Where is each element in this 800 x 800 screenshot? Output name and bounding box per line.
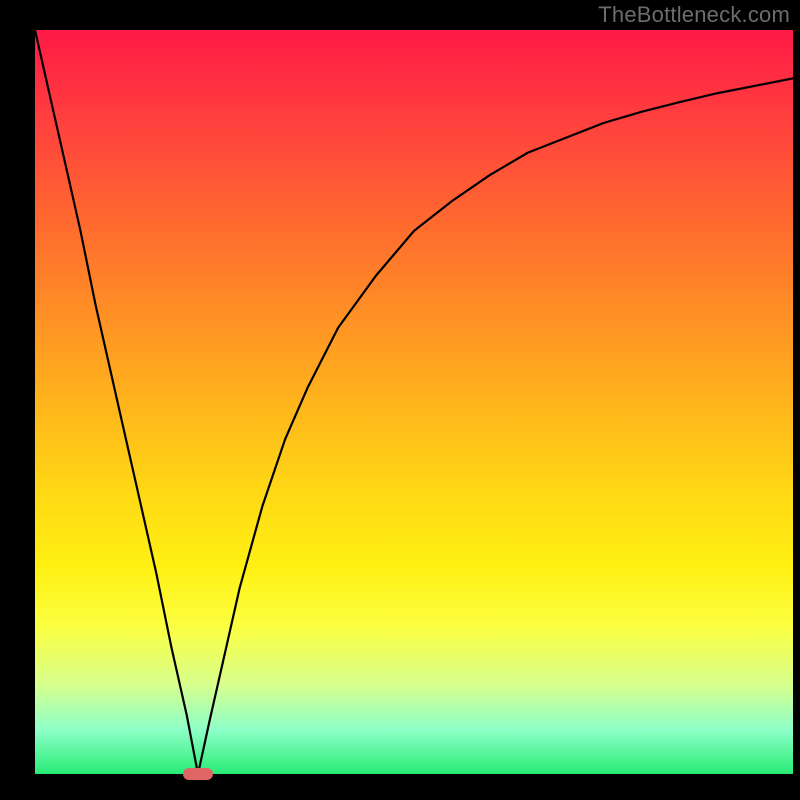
- curve-svg: [35, 30, 793, 774]
- chart-frame: TheBottleneck.com: [0, 0, 800, 800]
- curve-path: [35, 30, 793, 774]
- plot-area: [35, 30, 793, 774]
- watermark-text: TheBottleneck.com: [598, 2, 790, 28]
